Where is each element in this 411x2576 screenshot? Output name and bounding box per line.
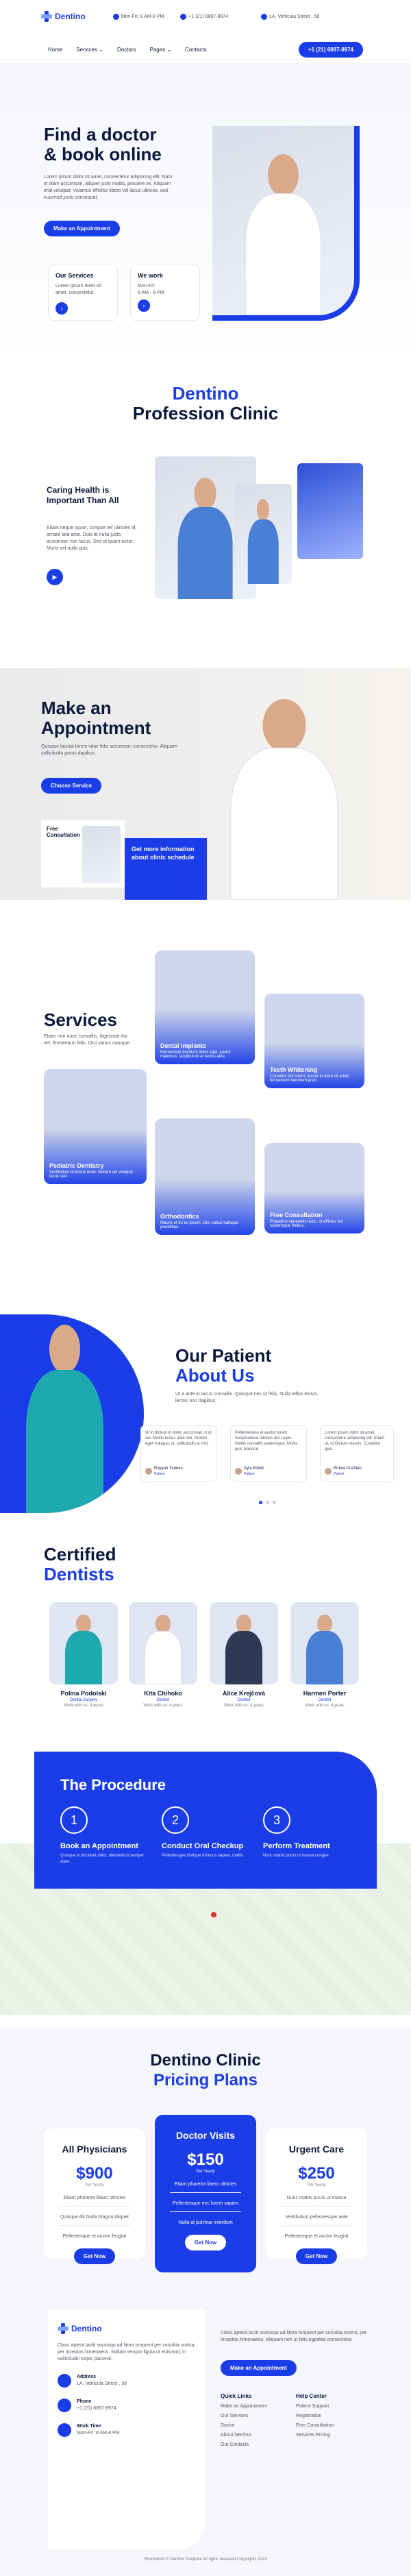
footer-hours: Work Time Mon-Fri: 8 AM-8 PM [58,2423,196,2437]
nav-doctors[interactable]: Doctors [117,47,136,53]
get-now-button[interactable]: Get Now [73,2248,116,2264]
clinic-text: Etiam neque quam, congue vel ultricies i… [47,526,137,551]
pricing-card-doctor-visits: Doctor Visits $150 Per Yearly Etiam pharetr… [155,2115,256,2272]
review-card: Pellentesque et auctor lorem. Suspendiss… [230,1425,307,1482]
phone-info[interactable]: +1 (21) 6897-8974 [180,13,228,20]
carousel-dots[interactable] [259,1501,276,1504]
phone-icon [180,13,187,20]
dentist-card[interactable]: Polina Podolski Dental Surgery Work with u… [49,1602,118,1708]
play-icon[interactable]: ▶ [47,569,63,585]
address-info: LA, Vehicula Street , 58 [261,13,319,20]
hero-title: Find a doctor & book online [44,124,162,164]
make-appointment-button[interactable]: Make an Appointment [44,221,120,236]
footer-logo[interactable]: Dentino [58,2323,196,2334]
copyright: Ricmedium © Dentino Template All rights … [144,2557,267,2562]
avatar [325,1468,332,1475]
dentists-title: Certified Dentists [44,1544,116,1584]
clinic-photo-3 [297,463,363,559]
footer-contact-card: Dentino Class aptent taciti sociosqu ad … [48,2309,206,2549]
pricing-card-urgent-care: Urgent Care $250 Per Yearly Nunc mattis pur… [266,2129,367,2264]
phone-icon [58,2399,71,2412]
arrow-right-icon[interactable]: › [138,299,150,312]
appointment-title: Make an Appointment [41,698,151,738]
free-consultation-card[interactable]: Free Consultation [41,820,125,887]
get-now-button[interactable]: Get Now [295,2248,338,2264]
appointment-section: Make an Appointment Quisque lacinia lore… [0,668,411,900]
main-nav: Home Services ⌄ Doctors Pages ⌄ Contacts… [0,40,411,60]
nav-services[interactable]: Services ⌄ [76,47,103,53]
dentist-card[interactable]: Kita Chihoko Dentist Work with us: 4 years [129,1602,197,1708]
footer-phone[interactable]: Phone +1 (21) 6897-8974 [58,2399,196,2412]
clock-icon [58,2423,71,2437]
service-teeth-whitening[interactable]: Teeth Whitening Curabitur dui lorem, auct… [264,994,364,1088]
service-dental-implants[interactable]: Dental Implants Fermentum tincidunt dolor… [155,950,255,1064]
clock-icon [112,13,119,20]
footer: Dentino Class aptent taciti sociosqu ad … [0,2289,411,2576]
patients-text: Ut a ante in lacus convallis. Quisque ne… [175,1392,319,1403]
avatar [145,1468,152,1475]
services-text: Etiam non nunc convallis, dignissim dui … [44,1034,132,1046]
footer-text: Class aptent taciti sociosqu ad litora t… [221,2331,367,2342]
hours-info: Mon-Fri: 8 AM-8 PM [112,13,164,20]
dentist-card[interactable]: Alice Krejčová Dentist Work with us: 4 yea… [210,1602,278,1708]
map-pin-icon[interactable] [211,1912,216,1917]
procedure-step: 2 Conduct Oral Checkup Pellentesque tristi… [162,1806,251,1859]
clinic-title: Dentino Profession Clinic [132,383,279,424]
location-icon [261,13,268,20]
procedure-step: 1 Book an Appointment Quisque in tincidunt… [60,1806,149,1865]
procedure-step: 3 Perform Treatment Nunc mattis purus ut m… [263,1806,352,1859]
tooth-logo-icon [41,11,52,22]
hero-doctor-photo [212,126,360,321]
pricing-card-all-physicians: All Physicians $900 Per Yearly Etiam pharet… [44,2129,145,2264]
clinic-photo-2 [234,484,292,584]
hero-section: Find a doctor & book online Lorem ipsum d… [0,63,411,358]
get-now-button[interactable]: Get Now [184,2235,227,2250]
avatar [235,1468,242,1475]
footer-quick-links: Quick Links Make an Appointment Our Servic… [221,2393,267,2447]
brand-logo[interactable]: Dentino [41,11,86,22]
appointment-doctor-photo [199,682,370,900]
patient-photo [0,1314,144,1513]
our-services-card[interactable]: Our Services Lorem ipsum dolor sit amet,… [48,265,118,321]
footer-help-center: Help Center Patient Support Registration Fr… [296,2393,334,2438]
footer-appointment-button[interactable]: Make an Appointment [221,2360,297,2376]
nav-phone-button[interactable]: +1 (21) 6897-8974 [298,42,363,58]
clinic-subtitle: Caring Health is Important Than All [47,485,119,505]
pricing-title: Dentino Clinic Pricing Plans [150,2051,261,2089]
patients-title: Our Patient About Us [175,1345,272,1386]
pricing-section: Dentino Clinic Pricing Plans All Physicia… [0,2028,411,2289]
appointment-text: Quisque lacinia lorem vitae felis accums… [41,744,177,756]
dentist-card[interactable]: Harmen Porter Dentist Work with us: 4 year… [290,1602,359,1708]
procedure-section: The Procedure 1 Book an Appointment Quisqu… [34,1752,377,1889]
schedule-info-card[interactable]: Get more information about clinic schedu… [125,838,207,900]
review-card: Lorem ipsum dolor sit amet, consectetur … [320,1425,394,1482]
arrow-right-icon[interactable]: › [55,302,68,315]
choose-service-button[interactable]: Choose Service [41,778,102,794]
top-bar: Dentino Mon-Fri: 8 AM-8 PM +1 (21) 6897-… [0,0,411,33]
nav-home[interactable]: Home [48,47,62,53]
service-orthodontics[interactable]: Orthodontics Mauris et mi eu ipsum. Orci … [155,1118,255,1235]
location-icon [58,2374,71,2388]
tooth-logo-icon [58,2323,68,2334]
footer-address: Address LA, Vehicula Street , 58 [58,2374,196,2388]
service-free-consultation[interactable]: Free Consultation Phasellus venenatis nun… [264,1143,364,1234]
service-pediatric-dentistry[interactable]: Pediatric Dentistry Vestibulum et lectus … [44,1069,147,1184]
nav-contacts[interactable]: Contacts [185,47,207,53]
review-card: Ut in dictum in dolor, accumsan ut ut ve… [140,1425,217,1482]
procedure-title: The Procedure [60,1776,166,1793]
work-hours-card: We work Mon-Fri: 8 AM - 8 PM › [130,265,200,321]
services-title: Services [44,1009,117,1030]
hero-text: Lorem ipsum dolor sit amet, consectetur … [44,175,173,200]
nav-pages[interactable]: Pages ⌄ [150,47,172,53]
